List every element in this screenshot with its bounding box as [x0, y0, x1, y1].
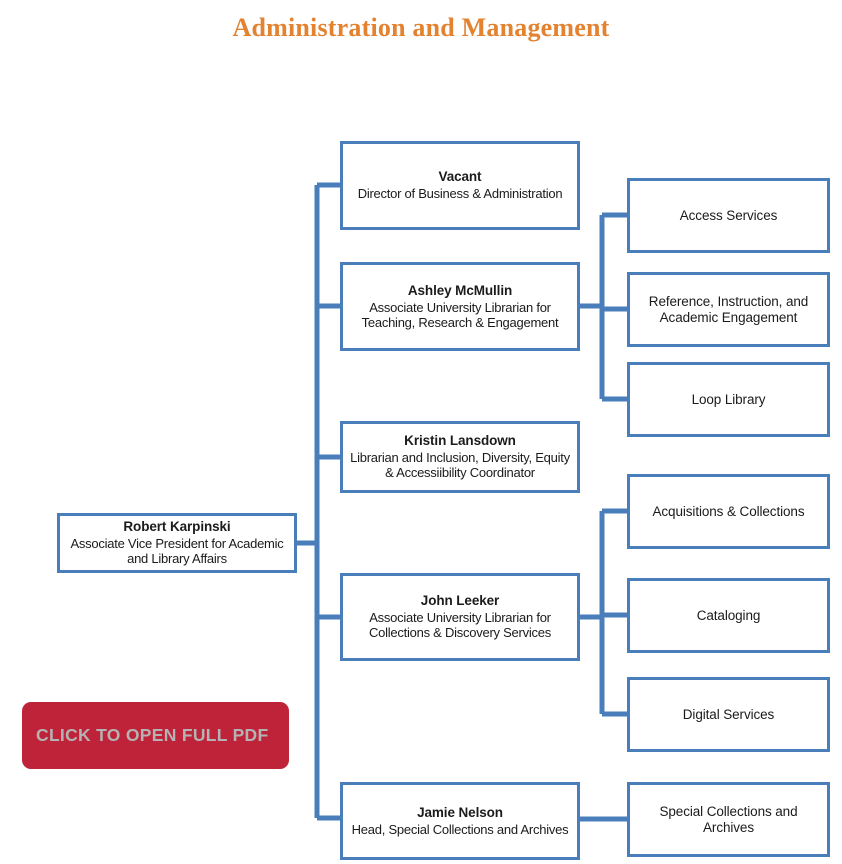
node-ashley-mcmullin[interactable]: Ashley McMullin Associate University Lib… — [340, 262, 580, 351]
node-title: Acquisitions & Collections — [652, 503, 805, 519]
node-access-services[interactable]: Access Services — [627, 178, 830, 253]
node-title: Head, Special Collections and Archives — [351, 821, 569, 837]
node-title: Special Collections and Archives — [659, 803, 798, 835]
node-name: John Leeker — [420, 593, 500, 609]
node-title: Reference, Instruction, and Academic Eng… — [648, 293, 809, 325]
node-title: Associate University Librarian for Colle… — [368, 610, 551, 641]
node-title: Digital Services — [682, 706, 775, 722]
node-title: Associate Vice President for Academic an… — [70, 536, 284, 567]
node-name: Jamie Nelson — [417, 804, 503, 820]
node-title: Librarian and Inclusion, Diversity, Equi… — [350, 450, 570, 481]
node-acquisitions-collections[interactable]: Acquisitions & Collections — [627, 474, 830, 549]
node-reference-instruction-academic-engagement[interactable]: Reference, Instruction, and Academic Eng… — [627, 272, 830, 347]
node-cataloging[interactable]: Cataloging — [627, 578, 830, 653]
open-full-pdf-button-label: CLICK TO OPEN FULL PDF — [36, 725, 269, 745]
node-name: Ashley McMullin — [407, 282, 513, 298]
node-name: Kristin Lansdown — [404, 433, 516, 449]
node-name: Vacant — [438, 169, 482, 185]
open-full-pdf-button[interactable]: CLICK TO OPEN FULL PDF — [22, 702, 289, 769]
node-loop-library[interactable]: Loop Library — [627, 362, 830, 437]
node-robert-karpinski[interactable]: Robert Karpinski Associate Vice Presiden… — [57, 513, 297, 573]
node-title: Access Services — [679, 207, 778, 223]
node-name: Robert Karpinski — [123, 519, 231, 535]
org-chart: Administration and Management Robert Kar… — [0, 0, 842, 864]
node-jamie-nelson[interactable]: Jamie Nelson Head, Special Collections a… — [340, 782, 580, 860]
node-title: Director of Business & Administration — [357, 186, 563, 202]
node-special-collections-and-archives[interactable]: Special Collections and Archives — [627, 782, 830, 857]
node-title: Cataloging — [696, 607, 761, 623]
page-title: Administration and Management — [232, 13, 610, 42]
node-digital-services[interactable]: Digital Services — [627, 677, 830, 752]
node-vacant-business-administration[interactable]: Vacant Director of Business & Administra… — [340, 141, 580, 230]
node-john-leeker[interactable]: John Leeker Associate University Librari… — [340, 573, 580, 661]
node-title: Associate University Librarian for Teach… — [361, 299, 559, 330]
node-title: Loop Library — [691, 391, 766, 407]
node-kristin-lansdown[interactable]: Kristin Lansdown Librarian and Inclusion… — [340, 421, 580, 493]
